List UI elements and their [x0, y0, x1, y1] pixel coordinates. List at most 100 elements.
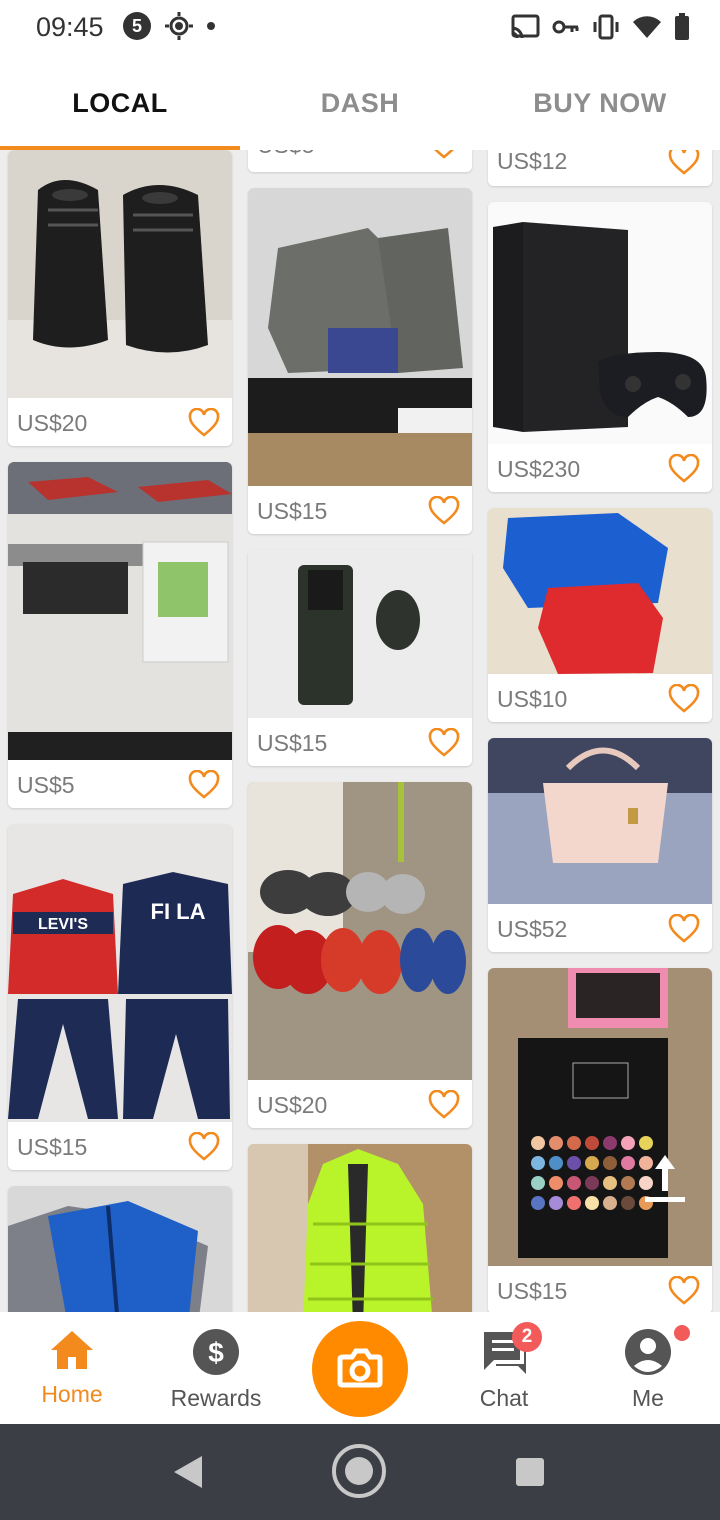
product-image-console[interactable]: [488, 202, 712, 444]
card-footer: US$15: [8, 1122, 232, 1170]
recents-icon[interactable]: [514, 1456, 546, 1488]
product-feed[interactable]: US$20 US$5 LEVI'S FI LA US$15 US$15 US$1…: [0, 150, 720, 1312]
tab-dash[interactable]: DASH: [240, 88, 480, 119]
camera-button[interactable]: [312, 1321, 408, 1417]
heart-icon[interactable]: [668, 914, 700, 944]
dollar-icon: $: [193, 1329, 239, 1375]
product-image-hoodies[interactable]: [488, 508, 712, 674]
product-card[interactable]: US$20: [8, 150, 232, 446]
card-footer: US$20: [248, 1080, 472, 1128]
vibrate-icon: [593, 14, 619, 40]
status-left-icons: 5: [122, 11, 216, 41]
price: US$15: [257, 730, 328, 756]
nav-chat-label: Chat: [479, 1385, 529, 1411]
home-circle-icon[interactable]: [330, 1442, 388, 1500]
heart-icon[interactable]: [428, 150, 460, 160]
product-card[interactable]: US$15: [248, 188, 472, 534]
product-image-dock[interactable]: [8, 462, 232, 760]
back-icon[interactable]: [172, 1454, 206, 1490]
price: US$5: [257, 150, 315, 159]
cast-icon: [511, 14, 540, 39]
nav-me[interactable]: Me: [576, 1328, 720, 1412]
product-image-vest[interactable]: [248, 1144, 472, 1312]
svg-text:5: 5: [132, 16, 142, 36]
product-card[interactable]: US$10: [488, 508, 712, 722]
price: US$20: [17, 410, 88, 436]
nav-chat[interactable]: Chat: [432, 1328, 576, 1412]
product-card[interactable]: US$20: [248, 782, 472, 1128]
home-icon: [51, 1331, 93, 1369]
notification-5-icon: 5: [123, 12, 151, 40]
price: US$10: [497, 686, 568, 712]
product-card[interactable]: US$12: [488, 150, 712, 186]
svg-text:$: $: [208, 1337, 224, 1368]
wifi-icon: [633, 16, 661, 38]
heart-icon[interactable]: [668, 684, 700, 714]
product-card[interactable]: US$52: [488, 738, 712, 952]
product-card[interactable]: US$5: [248, 150, 472, 172]
heart-icon[interactable]: [188, 408, 220, 438]
product-card[interactable]: LEVI'S FI LA US$15: [8, 824, 232, 1170]
price: US$52: [497, 916, 568, 942]
card-footer: US$52: [488, 904, 712, 952]
svg-text:LEVI'S: LEVI'S: [38, 916, 88, 933]
heart-icon[interactable]: [188, 770, 220, 800]
price: US$15: [497, 1278, 568, 1304]
price: US$15: [257, 498, 328, 524]
card-footer: US$15: [248, 718, 472, 766]
product-card[interactable]: [8, 1186, 232, 1312]
heart-icon[interactable]: [428, 496, 460, 526]
dot-icon: [207, 22, 215, 30]
product-card[interactable]: US$15: [248, 550, 472, 766]
nav-rewards[interactable]: $ Rewards: [144, 1328, 288, 1412]
svg-text:FI LA: FI LA: [151, 899, 206, 924]
product-image-blue-jacket[interactable]: [8, 1186, 232, 1312]
nav-home-label: Home: [41, 1381, 103, 1407]
nav-me-label: Me: [632, 1385, 664, 1411]
nav-rewards-label: Rewards: [170, 1385, 262, 1411]
price: US$15: [17, 1134, 88, 1160]
card-footer: US$15: [488, 1266, 712, 1312]
heart-icon[interactable]: [668, 454, 700, 484]
card-footer: US$10: [488, 674, 712, 722]
heart-icon[interactable]: [668, 150, 700, 176]
chat-unread-badge: 2: [512, 1322, 542, 1352]
status-right-icons: [510, 13, 690, 41]
card-footer: US$12: [488, 150, 712, 186]
scroll-to-top-icon[interactable]: [641, 1143, 689, 1215]
heart-icon[interactable]: [668, 1276, 700, 1306]
card-footer: US$15: [248, 486, 472, 534]
product-image-shoes[interactable]: [8, 150, 232, 398]
product-image-handbag[interactable]: [488, 738, 712, 904]
product-card[interactable]: US$230: [488, 202, 712, 492]
product-card[interactable]: [248, 1144, 472, 1312]
system-nav-bar: [0, 1424, 720, 1520]
tab-bar: LOCAL DASH BUY NOW: [0, 54, 720, 150]
tab-local[interactable]: LOCAL: [0, 88, 240, 119]
product-card[interactable]: US$5: [8, 462, 232, 808]
card-footer: US$5: [8, 760, 232, 808]
tab-buy-now[interactable]: BUY NOW: [480, 88, 720, 119]
price: US$12: [497, 150, 568, 174]
battery-icon: [675, 13, 689, 40]
product-image-outfits[interactable]: LEVI'S FI LA: [8, 824, 232, 1122]
price: US$20: [257, 1092, 328, 1118]
product-image-slippers[interactable]: [248, 782, 472, 1080]
product-card[interactable]: US$15: [488, 968, 712, 1312]
heart-icon[interactable]: [188, 1132, 220, 1162]
bottom-nav: Home $ Rewards Chat Me: [0, 1312, 720, 1424]
key-icon: [552, 20, 579, 34]
product-image-palette[interactable]: [488, 968, 712, 1266]
me-notification-dot: [674, 1325, 690, 1341]
product-image-socks[interactable]: [248, 550, 472, 718]
account-icon: [625, 1329, 671, 1375]
nav-home[interactable]: Home: [0, 1328, 144, 1408]
status-bar: 09:45 5: [0, 0, 720, 54]
heart-icon[interactable]: [428, 1090, 460, 1120]
brightness-icon: [165, 12, 193, 40]
heart-icon[interactable]: [428, 728, 460, 758]
camera-icon: [337, 1348, 383, 1388]
card-footer: US$5: [248, 150, 472, 172]
product-image-boots[interactable]: [248, 188, 472, 486]
card-footer: US$20: [8, 398, 232, 446]
